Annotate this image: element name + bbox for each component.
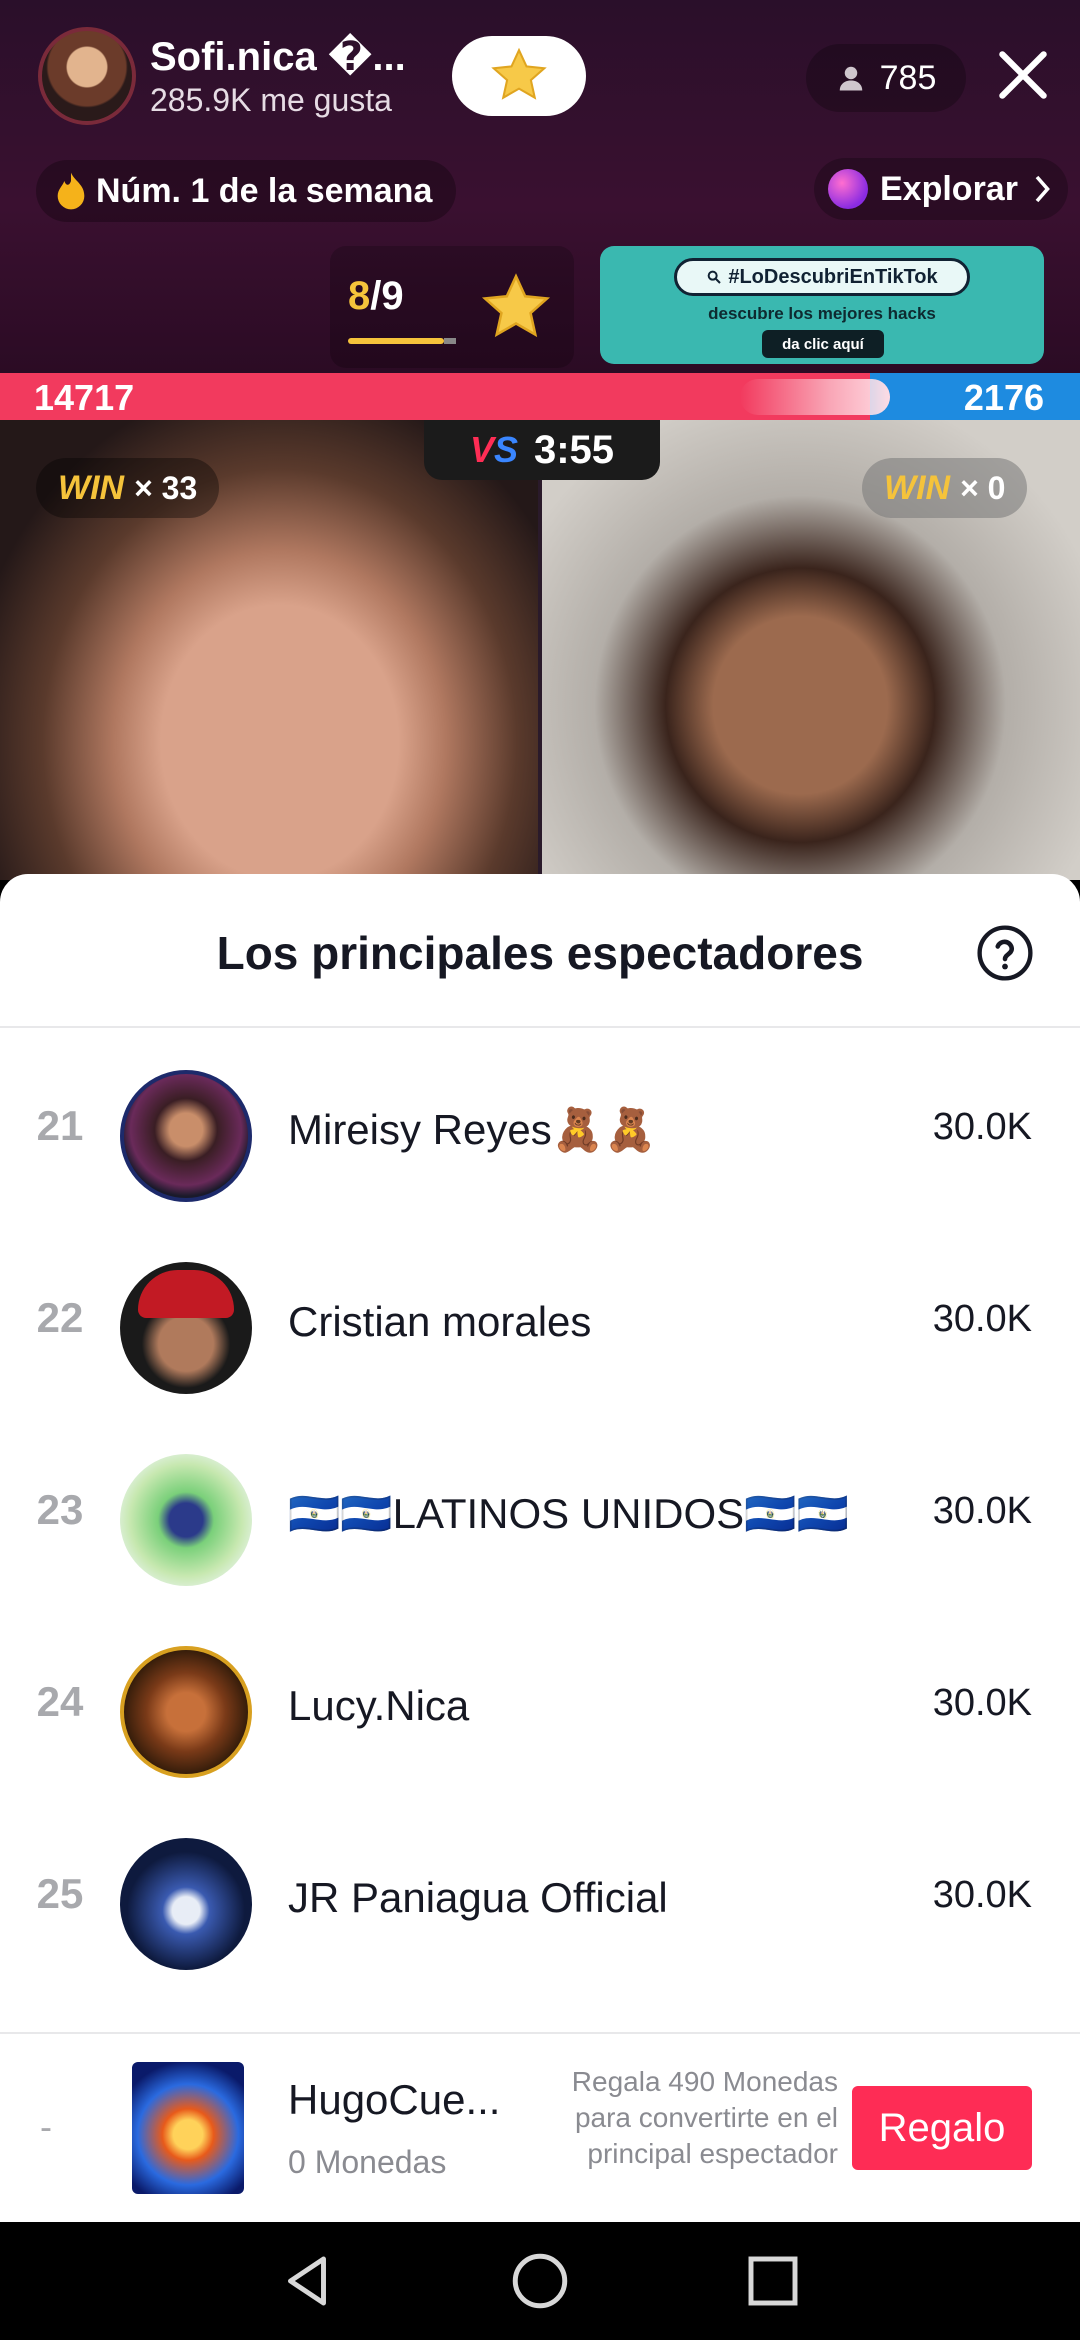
weekly-rank-badge[interactable]: Núm. 1 de la semana [36, 160, 457, 222]
system-nav-bar [0, 2222, 1080, 2340]
viewer-count: 785 [879, 58, 937, 97]
list-item[interactable]: 21 Mireisy Reyes🧸🧸 30.0K [0, 1034, 1080, 1226]
score-left: 14717 [34, 377, 135, 418]
footer-name: HugoCue... [288, 2076, 501, 2123]
avatar[interactable] [120, 1070, 252, 1202]
follow-star-button[interactable] [452, 36, 586, 116]
pager-current: 8 [348, 274, 371, 318]
live-header: Sofi.nica �... 285.9K me gusta 785 Núm. … [0, 0, 1080, 373]
explore-button[interactable]: Explorar [814, 158, 1068, 220]
list-item[interactable]: 23 🇸🇻🇸🇻LATINOS UNIDOS🇸🇻🇸🇻 30.0K [0, 1418, 1080, 1610]
star-icon [491, 47, 547, 100]
row-name: Mireisy Reyes🧸🧸 [288, 1106, 657, 1153]
row-score: 30.0K [932, 1682, 1032, 1724]
row-rank: 23 [36, 1486, 84, 1533]
host-avatar[interactable] [38, 27, 136, 125]
battle-score-bar: 14717 2176 [0, 373, 1080, 420]
footer-note: Regala 490 Monedas para convertirte en e… [571, 2066, 838, 2169]
list-item[interactable]: 24 Lucy.Nica 30.0K [0, 1610, 1080, 1802]
close-icon[interactable] [992, 44, 1054, 106]
gift-button[interactable]: Regalo [852, 2086, 1032, 2170]
explore-label: Explorar [880, 169, 1018, 208]
flame-icon [57, 172, 85, 210]
search-icon [708, 270, 722, 284]
host-name: Sofi.nica �... [150, 34, 406, 79]
row-score: 30.0K [932, 1106, 1032, 1148]
avatar[interactable] [120, 1262, 252, 1394]
row-name: 🇸🇻🇸🇻LATINOS UNIDOS🇸🇻🇸🇻 [288, 1490, 849, 1537]
avatar[interactable] [120, 1454, 252, 1586]
promo-subtitle: descubre los mejores hacks [708, 304, 936, 323]
promo-cta[interactable]: da clic aquí [762, 330, 884, 358]
sheet-divider [0, 1026, 1080, 1028]
vs-icon: VS [470, 429, 518, 471]
promo-hashtag: #LoDescubriEnTikTok [728, 265, 938, 288]
pager-separator: / [370, 274, 382, 318]
row-rank: 25 [36, 1870, 84, 1917]
current-user-row: - HugoCue... 0 Monedas Regala 490 Moneda… [0, 2032, 1080, 2222]
vs-letter-s: S [493, 429, 518, 470]
recents-icon[interactable] [740, 2248, 806, 2314]
avatar[interactable] [120, 1838, 252, 1970]
score-right: 2176 [963, 377, 1044, 418]
win-label: WIN [58, 468, 125, 507]
win-badge-right: WIN × 0 [862, 458, 1028, 518]
help-icon[interactable] [976, 924, 1034, 982]
pager-progress [348, 338, 444, 344]
row-rank: 21 [36, 1102, 84, 1149]
win-badge-left: WIN × 33 [36, 458, 220, 518]
back-icon[interactable] [274, 2248, 340, 2314]
footer-coins: 0 Monedas [288, 2144, 447, 2180]
list-item[interactable]: 25 JR Paniagua Official 30.0K [0, 1802, 1080, 1994]
score-bar-streak [740, 379, 890, 415]
planet-icon [828, 169, 868, 209]
sheet-title: Los principales espectadores [216, 927, 864, 979]
avatar[interactable] [132, 2062, 244, 2194]
win-count-left: × 33 [134, 469, 198, 506]
row-rank: 22 [36, 1294, 84, 1341]
promo-banner[interactable]: #LoDescubriEnTikTok descubre los mejores… [600, 246, 1044, 364]
home-icon[interactable] [507, 2248, 573, 2314]
person-icon [839, 66, 862, 91]
chevron-right-icon [1035, 175, 1050, 203]
list-item[interactable]: 22 Cristian morales 30.0K [0, 1226, 1080, 1418]
viewer-count-pill[interactable]: 785 [806, 44, 966, 112]
host-text: Sofi.nica �... 285.9K me gusta [150, 34, 406, 119]
avatar[interactable] [120, 1646, 252, 1778]
win-count-right: × 0 [960, 469, 1006, 506]
weekly-rank-text: Núm. 1 de la semana [96, 171, 433, 210]
vs-letter-v: V [469, 429, 494, 470]
row-score: 30.0K [932, 1490, 1032, 1532]
row-score: 30.0K [932, 1298, 1032, 1340]
row-rank: 24 [36, 1678, 84, 1725]
battle-timer: VS 3:55 [424, 420, 660, 480]
host-likes: 285.9K me gusta [150, 81, 392, 118]
pager-total: 9 [381, 274, 404, 318]
promo-hashtag-pill: #LoDescubriEnTikTok [674, 258, 970, 296]
row-name: Cristian morales [288, 1298, 592, 1345]
timer-text: 3:55 [533, 427, 615, 472]
row-name: Lucy.Nica [288, 1682, 470, 1729]
pager-text: 8/9 [348, 274, 404, 319]
footer-rank: - [40, 2106, 52, 2147]
win-label: WIN [884, 468, 951, 507]
pager-track [444, 338, 456, 344]
row-score: 30.0K [932, 1874, 1032, 1916]
row-name: JR Paniagua Official [288, 1874, 668, 1921]
star-icon[interactable] [478, 270, 554, 346]
top-viewers-sheet: Los principales espectadores 21 Mireisy … [0, 874, 1080, 2222]
